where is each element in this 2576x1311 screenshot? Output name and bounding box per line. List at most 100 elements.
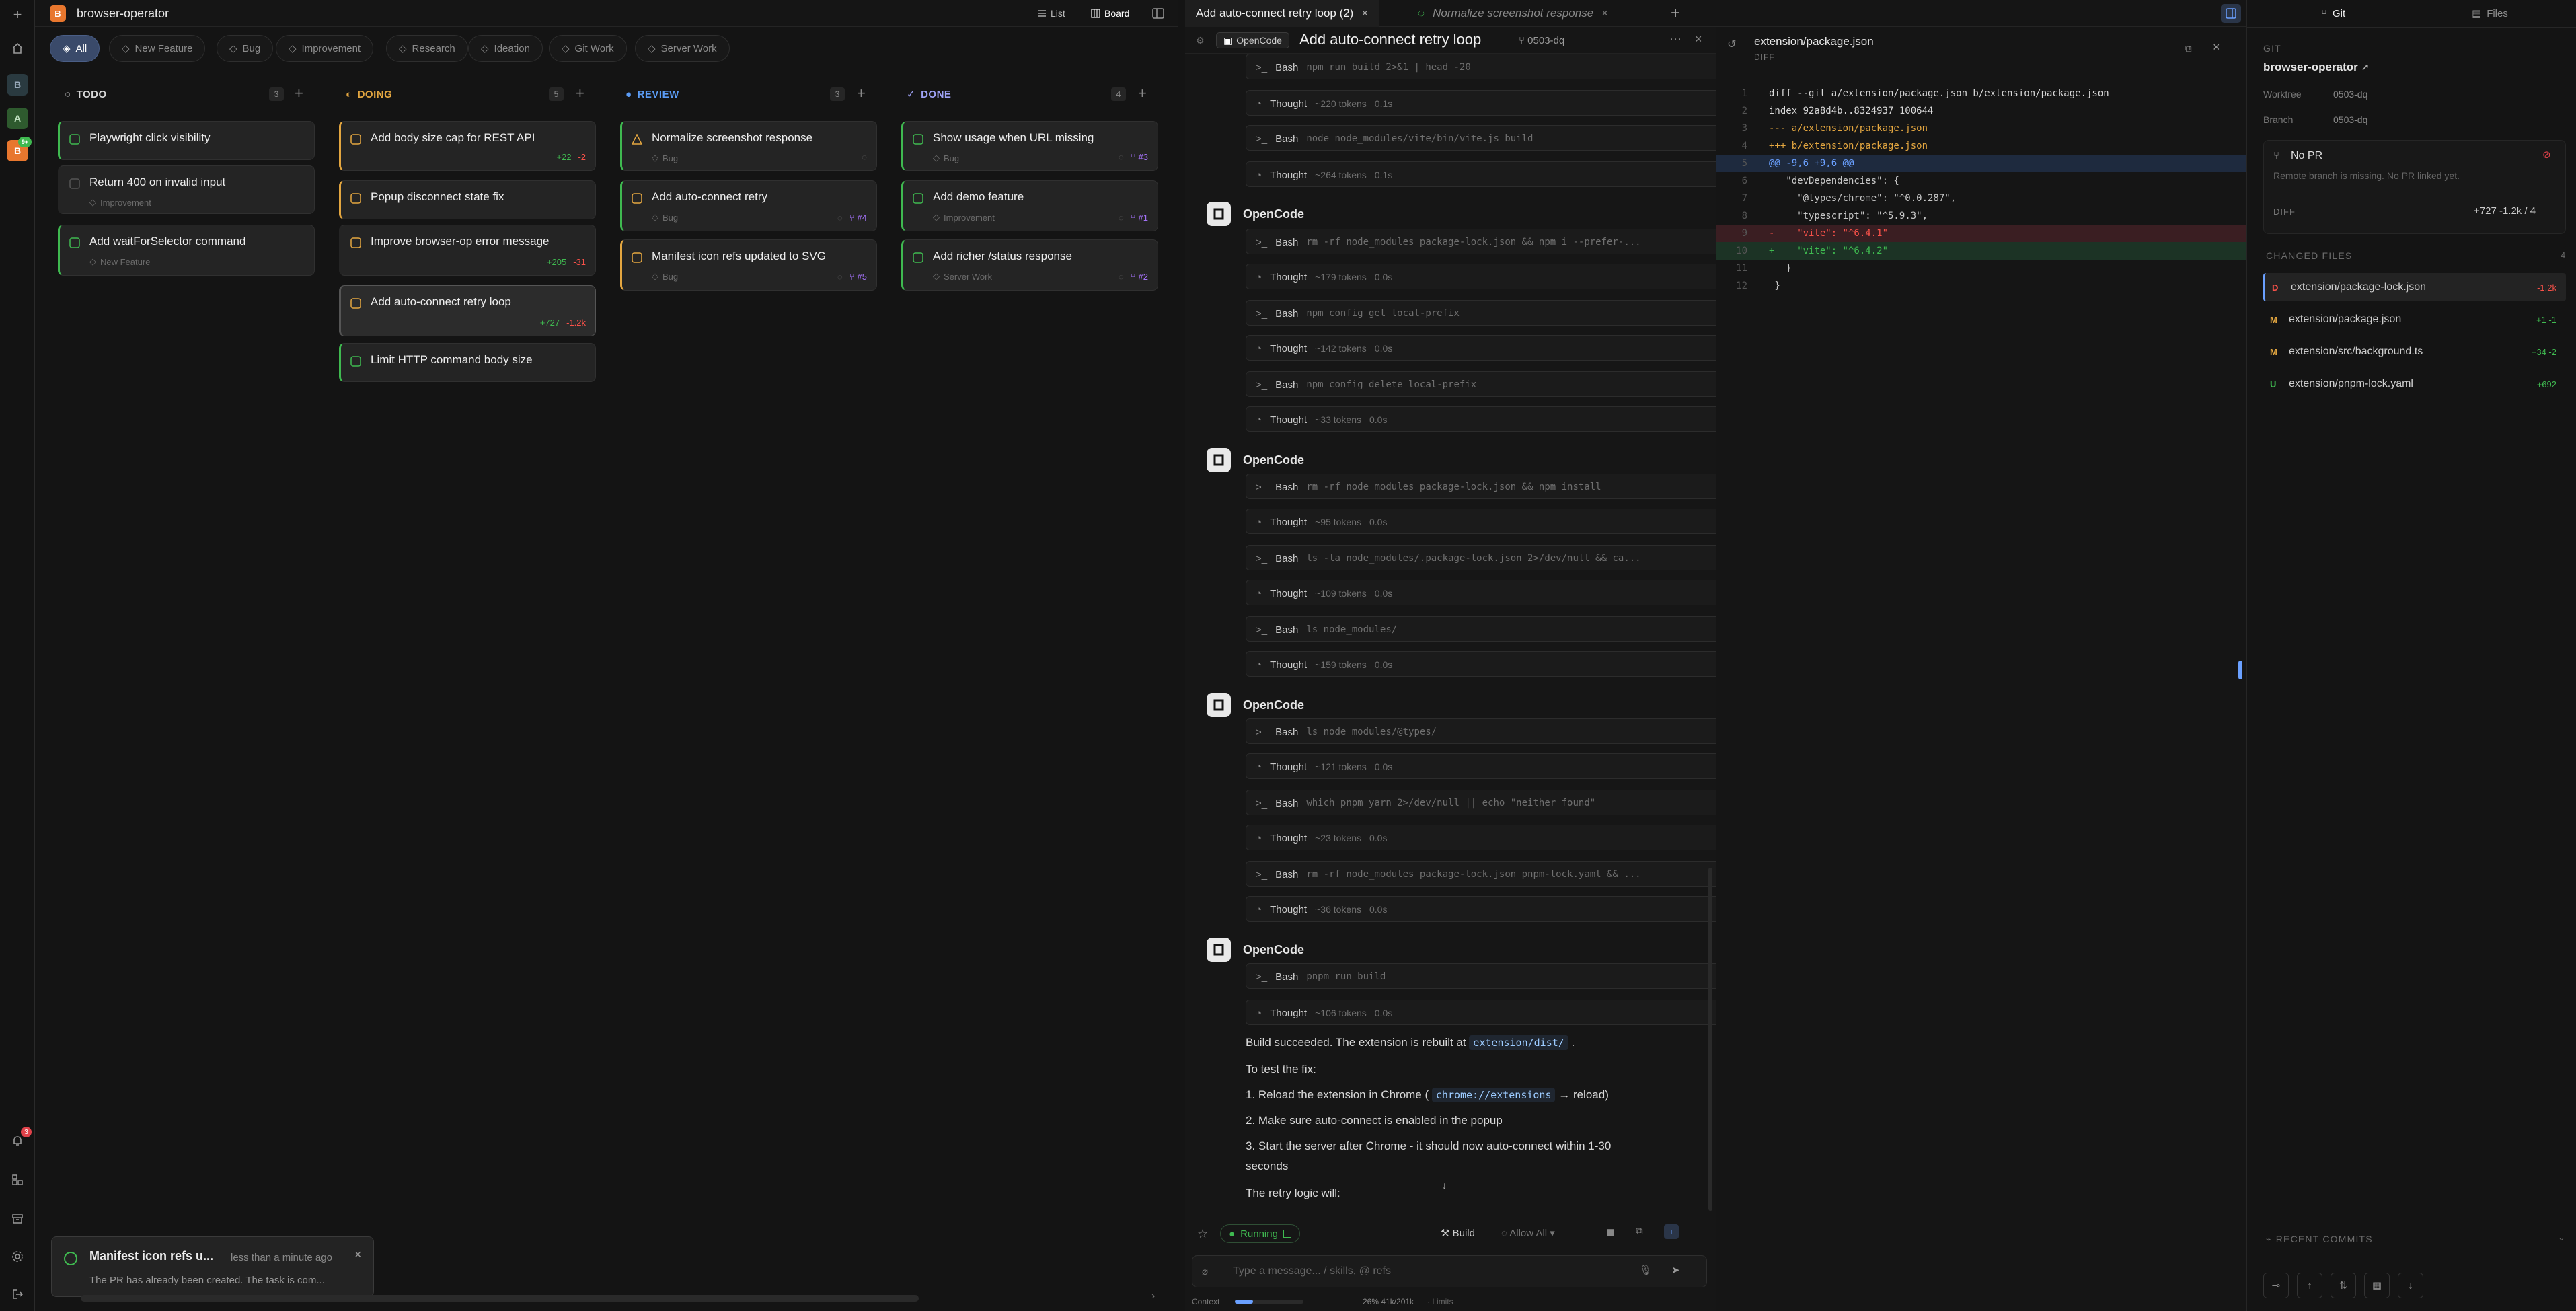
thought-row[interactable]: ◔ Thought ~36 tokens 0.0s (1246, 896, 1716, 922)
star-icon[interactable]: ☆ (1197, 1227, 1208, 1241)
tool-call-row[interactable]: >_ Bash ls node_modules/ (1246, 616, 1716, 642)
tool-call-row[interactable]: >_ Bash node node_modules/vite/bin/vite.js… (1246, 125, 1716, 151)
collapse-chevron-icon[interactable]: ⌄ (2558, 1232, 2565, 1243)
thought-row[interactable]: ◔ Thought ~121 tokens 0.0s (1246, 753, 1716, 779)
task-card[interactable]: Show usage when URL missing ◇ Bug ◌ ⑂ #3 (901, 121, 1158, 171)
bell-icon[interactable]: 3 (7, 1127, 32, 1152)
tab-active-session[interactable]: Add auto-connect retry loop (2) × (1185, 0, 1379, 27)
logout-icon[interactable] (7, 1283, 28, 1305)
scroll-right-icon[interactable]: › (1151, 1290, 1155, 1302)
thought-row[interactable]: ◔ Thought ~179 tokens 0.0s (1246, 264, 1716, 289)
column-review-add-button[interactable]: + (857, 86, 866, 101)
home-icon[interactable] (7, 38, 28, 59)
close-diff-icon[interactable]: × (2213, 40, 2220, 54)
task-card[interactable]: Return 400 on invalid input ◇ Improvemen… (58, 165, 315, 214)
stop-icon[interactable]: ◼ (1606, 1226, 1614, 1238)
board-horizontal-scrollbar[interactable] (81, 1295, 919, 1302)
thought-row[interactable]: ◔ Thought ~264 tokens 0.1s (1246, 161, 1716, 187)
merge-icon[interactable]: ⇅ (2331, 1273, 2356, 1298)
task-card[interactable]: Normalize screenshot response ◇ Bug ◌ (620, 121, 877, 171)
send-icon[interactable]: ➤ (1671, 1264, 1680, 1276)
workspace-avatar-active[interactable]: B 9+ (7, 137, 32, 161)
tool-call-row[interactable]: >_ Bash ls node_modules/@types/ (1246, 718, 1716, 744)
tool-call-row[interactable]: >_ Bash npm config get local-prefix (1246, 300, 1716, 326)
thought-row[interactable]: ◔ Thought ~159 tokens 0.0s (1246, 651, 1716, 677)
task-card[interactable]: Popup disconnect state fix (339, 180, 596, 219)
changed-file-row[interactable]: Mextension/package.json +1 -1 (2263, 305, 2566, 334)
copy-icon[interactable]: ⧉ (2185, 43, 2192, 54)
tab-session[interactable]: ◌ Normalize screenshot response × (1407, 0, 1619, 27)
add-workspace-icon[interactable]: + (7, 4, 28, 26)
task-pr-link[interactable]: ◌ ⑂ #5 (837, 272, 867, 282)
chat-scrollbar[interactable] (1708, 868, 1712, 1211)
tool-call-row[interactable]: >_ Bash rm -rf node_modules package-lock.j… (1246, 229, 1716, 254)
filter-server-work[interactable]: ◇ Server Work (635, 35, 730, 62)
workspace-avatar-2[interactable]: A (7, 108, 28, 129)
task-pr-link[interactable]: ◌ ⑂ #1 (1119, 213, 1148, 223)
task-card[interactable]: Add auto-connect retry ◇ Bug ◌ ⑂ #4 (620, 180, 877, 231)
toggle-sidebar-icon[interactable] (1151, 7, 1165, 20)
filter-bug[interactable]: ◇ Bug (217, 35, 274, 62)
thought-row[interactable]: ◔ Thought ~220 tokens 0.1s (1246, 90, 1716, 116)
tab-files[interactable]: ▤ Files (2472, 0, 2508, 27)
task-pr-link[interactable]: ◌ ⑂ #2 (1119, 272, 1148, 282)
attach-icon[interactable]: ⌀ (1202, 1265, 1208, 1277)
add-context-button[interactable]: + (1664, 1224, 1679, 1239)
toggle-right-panel-icon[interactable] (2221, 4, 2241, 23)
filter-git-work[interactable]: ◇ Git Work (549, 35, 627, 62)
gear-icon[interactable]: ⚙ (1196, 35, 1205, 46)
tool-call-row[interactable]: >_ Bash which pnpm yarn 2>/dev/null || ech… (1246, 790, 1716, 815)
changed-file-row[interactable]: Dextension/package-lock.json -1.2k (2263, 273, 2566, 301)
tool-call-row[interactable]: >_ Bash rm -rf node_modules package-lock.j… (1246, 474, 1716, 499)
message-input[interactable]: ⌀ Type a message... / skills, @ refs 🎙 ➤ (1192, 1255, 1707, 1287)
tool-call-row[interactable]: >_ Bash ls -la node_modules/.package-lock.… (1246, 545, 1716, 570)
filter-research[interactable]: ◇ Research (386, 35, 468, 62)
archive-icon[interactable] (7, 1208, 28, 1230)
settings-gear-icon[interactable] (7, 1246, 28, 1267)
task-card[interactable]: Add body size cap for REST API +22 -2 (339, 121, 596, 171)
task-card[interactable]: Add waitForSelector command ◇ New Featur… (58, 225, 315, 276)
thought-row[interactable]: ◔ Thought ~109 tokens 0.0s (1246, 580, 1716, 605)
history-icon[interactable]: ↺ (1727, 38, 1736, 51)
workspace-avatar-1[interactable]: B (7, 74, 28, 96)
column-todo-add-button[interactable]: + (295, 86, 303, 101)
limits-link[interactable]: · Limits (1427, 1297, 1453, 1306)
tool-call-row[interactable]: >_ Bash pnpm run build (1246, 963, 1716, 989)
task-pr-link[interactable]: ◌ ⑂ #4 (837, 213, 867, 223)
filter-new-feature[interactable]: ◇ New Feature (109, 35, 206, 62)
tab-git[interactable]: ⑂ Git (2321, 0, 2345, 27)
thought-row[interactable]: ◔ Thought ~106 tokens 0.0s (1246, 1000, 1716, 1025)
thought-row[interactable]: ◔ Thought ~95 tokens 0.0s (1246, 509, 1716, 534)
new-tab-button[interactable]: + (1660, 0, 1691, 27)
repo-name[interactable]: browser-operator ↗ (2263, 61, 2369, 74)
thought-row[interactable]: ◔ Thought ~33 tokens 0.0s (1246, 406, 1716, 432)
scroll-down-icon[interactable]: ↓ (1442, 1180, 1447, 1191)
extensions-icon[interactable] (7, 1169, 28, 1191)
column-done-add-button[interactable]: + (1138, 86, 1147, 101)
microphone-icon[interactable]: 🎙 (1639, 1264, 1652, 1276)
changed-file-row[interactable]: Uextension/pnpm-lock.yaml +692 (2263, 370, 2566, 398)
filter-improvement[interactable]: ◇ Improvement (276, 35, 374, 62)
task-card[interactable]: Playwright click visibility (58, 121, 315, 160)
task-card-selected[interactable]: Add auto-connect retry loop +727 -1.2k (339, 285, 596, 336)
agent-chip[interactable]: ▣ OpenCode (1216, 32, 1289, 48)
task-card[interactable]: Add richer /status response ◇ Server Wor… (901, 239, 1158, 291)
diff-scroll-marker[interactable] (2238, 661, 2242, 679)
tool-call-row[interactable]: >_ Bash rm -rf node_modules package-lock.j… (1246, 861, 1716, 887)
more-options-icon[interactable]: ⋯ (1669, 32, 1681, 46)
task-card[interactable]: Improve browser-op error message +205 -31 (339, 225, 596, 276)
close-tab-icon[interactable]: × (1361, 7, 1368, 20)
commit-icon[interactable]: ⊸ (2263, 1273, 2289, 1298)
tool-call-row[interactable]: >_ Bash npm config delete local-prefix (1246, 371, 1716, 397)
column-doing-add-button[interactable]: + (576, 86, 584, 101)
push-icon[interactable]: ↑ (2297, 1273, 2322, 1298)
task-card[interactable]: Manifest icon refs updated to SVG ◇ Bug … (620, 239, 877, 291)
filter-ideation[interactable]: ◇ Ideation (468, 35, 543, 62)
filter-all[interactable]: ◈ All (50, 35, 100, 62)
permission-select[interactable]: ◌ Allow All ▾ (1501, 1227, 1555, 1239)
pull-icon[interactable]: ↓ (2398, 1273, 2423, 1298)
view-board-toggle[interactable]: Board (1084, 4, 1136, 23)
open-external-icon[interactable]: ⧉ (1636, 1226, 1643, 1237)
thought-row[interactable]: ◔ Thought ~142 tokens 0.0s (1246, 335, 1716, 361)
build-mode-button[interactable]: ⚒ Build (1441, 1227, 1475, 1239)
